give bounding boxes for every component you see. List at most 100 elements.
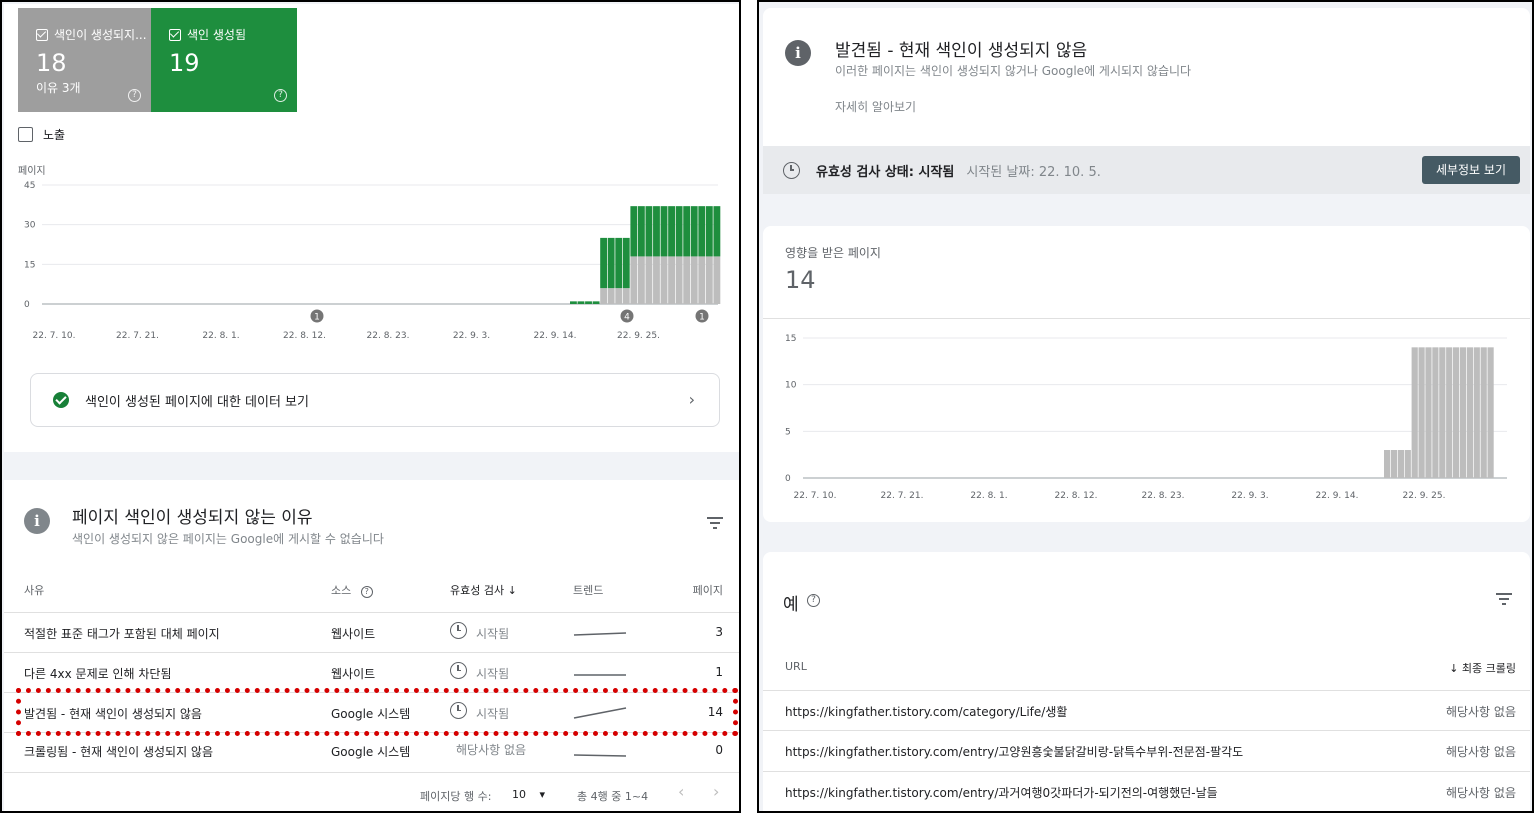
col-header-pages[interactable]: 페이지 — [693, 582, 723, 598]
filter-icon[interactable] — [1496, 593, 1512, 605]
bar-affected-pages — [1439, 347, 1446, 478]
filter-icon[interactable] — [707, 517, 723, 529]
bar-indexed — [630, 206, 638, 257]
table-row[interactable]: 다른 4xx 문제로 인해 차단됨 웹사이트 시작됨 1 — [4, 652, 739, 692]
examples-title: 예 — [783, 595, 799, 615]
chevron-right-icon: › — [688, 390, 695, 409]
row-validation: 시작됨 — [476, 667, 510, 681]
view-indexed-data-link[interactable]: 색인이 생성된 페이지에 대한 데이터 보기 › — [30, 373, 720, 427]
row-validation: 해당사항 없음 — [456, 743, 527, 757]
bar-affected-pages — [1432, 347, 1439, 478]
row-reason: 적절한 표준 태그가 포함된 대체 페이지 — [24, 627, 220, 641]
row-source: 웹사이트 — [331, 627, 376, 641]
bar-not-indexed — [675, 256, 683, 304]
row-pages: 0 — [715, 743, 723, 757]
tile-label: 색인 생성됨 — [187, 28, 247, 42]
x-tick-label: 22. 7. 10. — [794, 491, 837, 501]
col-header-last-crawl[interactable]: ↓ 최종 크롤링 — [1449, 660, 1516, 676]
bar-affected-pages — [1397, 450, 1404, 478]
annotation-label: 4 — [624, 313, 630, 323]
col-header-source[interactable]: 소스 ? — [331, 582, 373, 598]
divider — [763, 318, 1530, 319]
bar-indexed — [713, 206, 721, 257]
help-icon[interactable]: ? — [128, 89, 141, 102]
crawl-date: 해당사항 없음 — [1445, 786, 1516, 800]
issue-subtitle: 이러한 페이지는 색인이 생성되지 않거나 Google에 게시되지 않습니다 — [835, 64, 1192, 78]
rows-per-page-value: 10 — [512, 788, 526, 801]
bar-affected-pages — [1487, 347, 1494, 478]
bar-not-indexed — [630, 256, 638, 304]
url-row[interactable]: https://kingfather.tistory.com/entry/고양원… — [763, 730, 1530, 770]
bar-affected-pages — [1411, 347, 1418, 478]
bar-not-indexed — [607, 288, 615, 304]
url-value[interactable]: https://kingfather.tistory.com/entry/고양원… — [785, 743, 1243, 760]
url-value[interactable]: https://kingfather.tistory.com/category/… — [785, 703, 1067, 720]
checkbox-unchecked-icon[interactable] — [18, 127, 33, 142]
info-icon: i — [24, 508, 50, 534]
check-circle-icon — [53, 392, 69, 408]
bar-not-indexed — [705, 256, 713, 304]
url-row[interactable]: https://kingfather.tistory.com/category/… — [763, 690, 1530, 730]
bar-not-indexed — [698, 256, 706, 304]
bar-indexed — [660, 206, 668, 257]
x-tick-label: 22. 8. 1. — [202, 331, 239, 341]
bar-indexed — [607, 237, 615, 289]
row-reason: 크롤링됨 - 현재 색인이 생성되지 않음 — [24, 745, 214, 759]
bar-not-indexed — [645, 256, 653, 304]
see-details-button[interactable]: 세부정보 보기 — [1421, 156, 1520, 184]
checkbox-checked-icon — [36, 28, 48, 41]
rows-per-page-label: 페이지당 행 수: — [420, 790, 492, 803]
bar-indexed — [683, 206, 691, 257]
crawl-date: 해당사항 없음 — [1445, 745, 1516, 759]
help-icon[interactable]: ? — [274, 89, 287, 102]
row-pages: 3 — [715, 625, 723, 639]
bar-not-indexed — [622, 288, 630, 304]
bar-indexed — [622, 237, 630, 289]
x-tick-label: 22. 8. 12. — [1055, 491, 1098, 501]
bar-not-indexed — [660, 256, 668, 304]
section-subtitle: 색인이 생성되지 않은 페이지는 Google에 게시할 수 없습니다 — [72, 532, 384, 546]
bar-not-indexed — [637, 256, 645, 304]
url-value[interactable]: https://kingfather.tistory.com/entry/과거여… — [785, 784, 1218, 801]
bar-indexed — [705, 206, 713, 257]
clock-icon — [450, 622, 467, 639]
help-icon[interactable]: ? — [360, 586, 373, 598]
impressions-toggle[interactable]: 노출 — [18, 126, 65, 143]
col-header-validation-label: 유효성 검사 — [450, 584, 505, 597]
issue-title: 발견됨 - 현재 색인이 생성되지 않음 — [835, 41, 1088, 61]
reasons-card: i 페이지 색인이 생성되지 않는 이유 색인이 생성되지 않은 페이지는 Go… — [4, 480, 739, 811]
bar-affected-pages — [1480, 347, 1487, 478]
row-validation: 시작됨 — [476, 627, 510, 641]
rows-per-page-select[interactable]: 10 ▾ — [512, 788, 545, 801]
left-panel: 색인이 생성되지... 18 이유 3개 ? 색인 생성됨 19 ? 노출 페이… — [0, 0, 741, 813]
row-pages: 1 — [715, 665, 723, 679]
clock-icon — [450, 662, 467, 679]
bar-not-indexed — [668, 256, 675, 304]
impressions-label: 노출 — [43, 128, 66, 142]
table-row[interactable]: 적절한 표준 태그가 포함된 대체 페이지 웹사이트 시작됨 3 — [4, 612, 739, 652]
bar-affected-pages — [1384, 450, 1391, 478]
row-reason: 다른 4xx 문제로 인해 차단됨 — [24, 667, 172, 681]
chevron-right-icon[interactable]: › — [713, 782, 719, 801]
x-tick-label: 22. 9. 3. — [1231, 491, 1268, 501]
tile-indexed[interactable]: 색인 생성됨 19 ? — [151, 8, 297, 112]
col-header-url[interactable]: URL — [785, 660, 807, 673]
col-header-validation[interactable]: 유효성 검사 ↓ — [450, 582, 517, 598]
learn-more-link[interactable]: 자세히 알아보기 — [835, 98, 916, 115]
x-tick-label: 22. 8. 23. — [1142, 491, 1185, 501]
bar-indexed — [690, 206, 698, 257]
summary-card: 색인이 생성되지... 18 이유 3개 ? 색인 생성됨 19 ? 노출 페이… — [4, 4, 739, 452]
col-header-reason[interactable]: 사유 — [24, 582, 44, 598]
help-icon[interactable]: ? — [807, 594, 820, 607]
url-row[interactable]: https://kingfather.tistory.com/entry/과거여… — [763, 771, 1530, 811]
chevron-left-icon[interactable]: ‹ — [678, 782, 684, 801]
bar-not-indexed — [653, 256, 660, 304]
right-panel: i 발견됨 - 현재 색인이 생성되지 않음 이러한 페이지는 색인이 생성되지… — [757, 0, 1534, 813]
col-header-source-label: 소스 — [331, 584, 352, 597]
table-row[interactable]: 크롤링됨 - 현재 색인이 생성되지 않음 Google 시스템 해당사항 없음… — [4, 732, 739, 772]
bar-indexed — [600, 237, 608, 289]
bar-indexed — [592, 301, 600, 304]
bar-affected-pages — [1425, 347, 1432, 478]
row-source: Google 시스템 — [331, 745, 411, 759]
tile-not-indexed[interactable]: 색인이 생성되지... 18 이유 3개 ? — [18, 8, 151, 112]
